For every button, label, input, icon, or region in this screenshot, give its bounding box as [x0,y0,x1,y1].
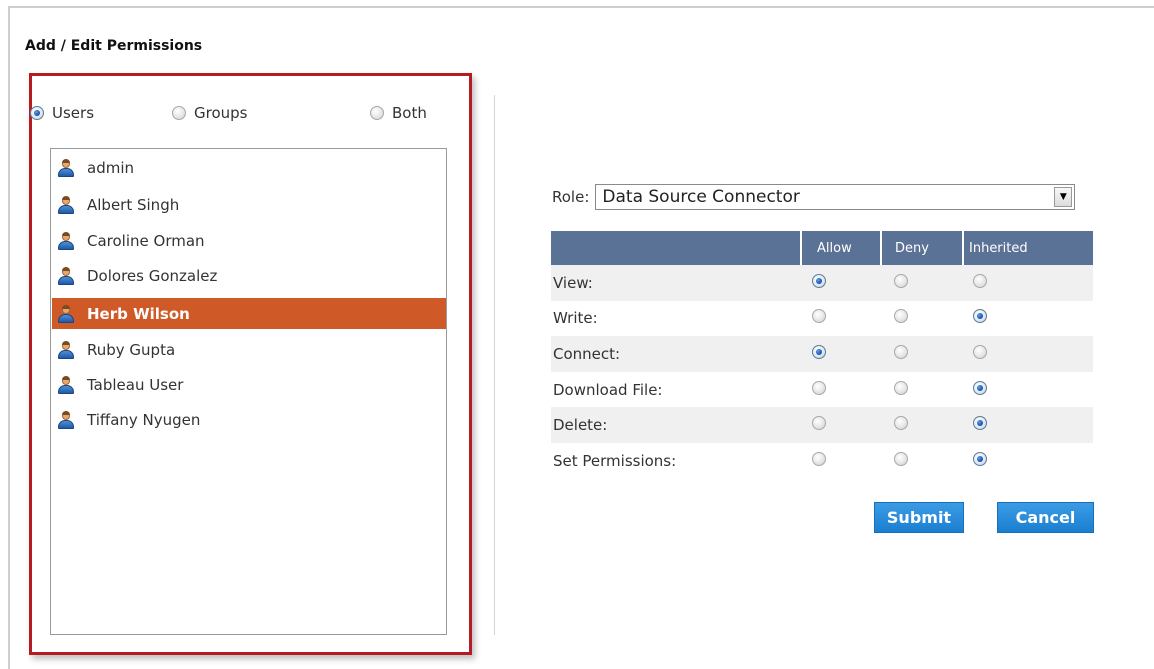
inherited-radio[interactable] [973,416,987,431]
list-item[interactable]: Ruby Gupta [52,336,446,364]
scope-users-label: Users [52,104,95,122]
table-row: Connect: [551,336,1093,372]
header-blank [551,231,801,265]
scope-both-radio[interactable] [370,106,384,120]
header-allow: Allow [800,231,881,265]
list-item[interactable]: Caroline Orman [52,227,446,255]
user-name: Tiffany Nyugen [87,411,201,429]
scope-radio-group: Users Groups Both [30,104,450,126]
scope-groups-radio[interactable] [172,106,186,120]
scope-users-radio[interactable] [30,106,44,120]
scope-users-option[interactable]: Users [30,104,94,122]
allow-radio[interactable] [812,344,826,359]
table-row: Delete: [551,407,1093,443]
user-icon [57,411,75,429]
user-icon [57,376,75,394]
submit-button[interactable]: Submit [874,502,964,533]
user-icon [57,341,75,359]
inherited-radio[interactable] [973,451,987,466]
allow-radio[interactable] [812,309,826,324]
scope-both-option[interactable]: Both [370,104,427,122]
user-list[interactable]: admin Albert Singh Caroline Orman Dolore… [50,148,447,635]
scope-groups-label: Groups [194,104,248,122]
list-item[interactable]: Tableau User [52,371,446,399]
role-label: Role: [552,188,590,206]
chevron-down-icon[interactable]: ▼ [1054,187,1073,207]
list-item[interactable]: Tiffany Nyugen [52,406,446,434]
deny-radio[interactable] [894,344,908,359]
inherited-radio[interactable] [973,273,987,288]
table-row: Set Permissions: [551,443,1093,479]
deny-radio[interactable] [894,380,908,395]
user-icon [57,232,75,250]
cancel-button[interactable]: Cancel [997,502,1094,533]
permission-label: Connect: [551,336,801,372]
header-deny: Deny [880,231,963,265]
inherited-radio[interactable] [973,309,987,324]
deny-radio[interactable] [894,451,908,466]
permission-label: Delete: [551,407,801,443]
allow-radio[interactable] [812,273,826,288]
table-header-row: Allow Deny Inherited [551,231,1093,265]
user-name: Caroline Orman [87,232,205,250]
page-title: Add / Edit Permissions [25,38,203,54]
panel-divider [494,95,495,635]
permissions-table: Allow Deny Inherited View: Write: Connec… [551,231,1093,479]
role-value: Data Source Connector [602,187,800,207]
user-name: admin [87,159,134,177]
table-row: Download File: [551,372,1093,408]
list-item[interactable]: Albert Singh [52,191,446,219]
role-row: Role: Data Source Connector ▼ [552,180,1076,214]
permission-label: View: [551,265,801,301]
user-icon [57,304,75,323]
user-icon [57,159,75,177]
permission-label: Download File: [553,380,663,399]
allow-radio[interactable] [812,416,826,431]
permission-label: Write: [553,309,598,328]
list-item[interactable]: Dolores Gonzalez [52,262,446,290]
list-item[interactable]: admin [52,154,446,182]
user-name: Herb Wilson [87,304,190,323]
table-row: View: [551,265,1093,301]
user-name: Dolores Gonzalez [87,267,218,285]
user-name: Albert Singh [87,196,180,214]
scope-groups-option[interactable]: Groups [172,104,247,122]
table-row: Write: [551,301,1093,337]
header-inherited: Inherited [962,231,1093,265]
inherited-radio[interactable] [973,344,987,359]
user-icon [57,267,75,285]
allow-radio[interactable] [812,451,826,466]
deny-radio[interactable] [894,309,908,324]
role-select[interactable]: Data Source Connector ▼ [595,184,1076,210]
deny-radio[interactable] [894,416,908,431]
list-item-selected[interactable]: Herb Wilson [52,298,446,329]
inherited-radio[interactable] [973,380,987,395]
user-name: Ruby Gupta [87,341,176,359]
deny-radio[interactable] [894,273,908,288]
allow-radio[interactable] [812,380,826,395]
user-icon [57,196,75,214]
scope-both-label: Both [392,104,427,122]
permission-label: Set Permissions: [553,451,677,470]
user-name: Tableau User [87,376,184,394]
